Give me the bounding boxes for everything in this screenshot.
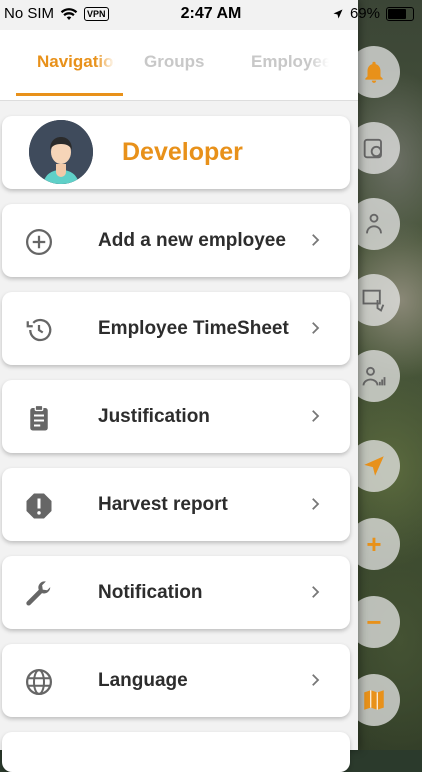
active-tab-indicator bbox=[16, 93, 123, 96]
menu-item-notification[interactable]: Notification bbox=[2, 556, 350, 629]
user-avatar-icon bbox=[29, 120, 93, 184]
menu-item-justification[interactable]: Justification bbox=[2, 380, 350, 453]
menu-item-employee-timesheet[interactable]: Employee TimeSheet bbox=[2, 292, 350, 365]
menu-item-label: Add a new employee bbox=[98, 229, 286, 251]
navigation-drawer: Navigation Groups Employees Developer bbox=[0, 0, 358, 772]
menu-item-label: Harvest report bbox=[98, 493, 228, 515]
battery-icon bbox=[386, 6, 414, 21]
drawer-tabs: Navigation Groups Employees bbox=[0, 30, 358, 101]
chevron-right-icon bbox=[312, 498, 320, 510]
menu-item-label: Notification bbox=[98, 581, 203, 603]
profile-card[interactable]: Developer bbox=[2, 116, 350, 189]
tab-groups[interactable]: Groups bbox=[144, 52, 222, 72]
chevron-right-icon bbox=[312, 410, 320, 422]
history-icon bbox=[26, 318, 52, 342]
location-arrow-icon bbox=[333, 9, 343, 18]
status-bar: No SIM VPN 2:47 AM 69% bbox=[0, 0, 422, 30]
chevron-right-icon bbox=[312, 234, 320, 246]
menu-item-partial[interactable] bbox=[2, 732, 350, 772]
avatar bbox=[29, 120, 93, 184]
clipboard-icon bbox=[30, 404, 48, 431]
menu-item-language[interactable]: Language bbox=[2, 644, 350, 717]
menu-item-harvest-report[interactable]: Harvest report bbox=[2, 468, 350, 541]
battery-percent: 69% bbox=[349, 5, 380, 22]
globe-icon bbox=[26, 669, 52, 695]
alert-octagon-icon bbox=[26, 493, 52, 519]
menu-item-label: Employee TimeSheet bbox=[98, 317, 289, 339]
chevron-right-icon bbox=[312, 322, 320, 334]
chevron-right-icon bbox=[312, 586, 320, 598]
profile-name: Developer bbox=[122, 138, 243, 166]
tab-employees[interactable]: Employees bbox=[251, 52, 329, 72]
chevron-right-icon bbox=[312, 674, 320, 686]
menu-item-label: Language bbox=[98, 669, 188, 691]
menu-item-add-employee[interactable]: Add a new employee bbox=[2, 204, 350, 277]
wrench-icon bbox=[26, 581, 51, 606]
add-circle-icon bbox=[26, 229, 52, 255]
menu-item-label: Justification bbox=[98, 405, 210, 427]
tab-label: Groups bbox=[144, 52, 205, 71]
tab-navigation[interactable]: Navigation bbox=[37, 52, 115, 72]
